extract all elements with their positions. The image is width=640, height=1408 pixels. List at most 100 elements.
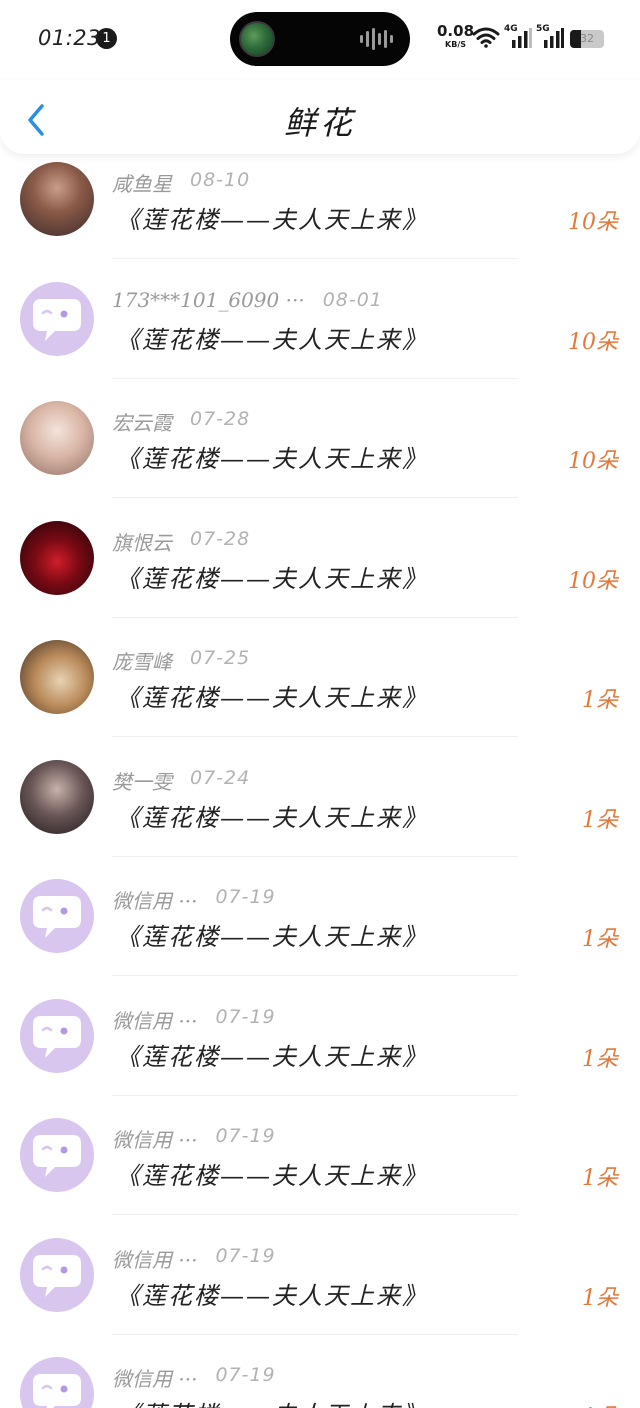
list-item[interactable]: 微信用 ··· 07-19 《莲花楼——夫人天上来》 1朵	[0, 989, 640, 1109]
send-date: 07-19	[215, 1244, 276, 1267]
send-date: 07-25	[190, 647, 251, 669]
network-speed-unit: KB/S	[445, 40, 466, 49]
status-time: 01:23	[38, 26, 102, 50]
chat-bubble-avatar[interactable]	[20, 998, 94, 1073]
sender-name: 173***101_6090 ···	[112, 287, 305, 312]
dog-photo-avatar[interactable]	[20, 640, 94, 714]
gift-work-title: 《莲花楼——夫人天上来》	[116, 803, 428, 832]
page-title: 鲜花	[283, 104, 356, 142]
flower-amount: 1朵	[582, 1046, 618, 1072]
row-divider	[112, 497, 518, 498]
dynamic-island[interactable]	[230, 12, 410, 66]
network-speed: 0.08 KB/S	[437, 24, 474, 49]
flower-amount: 10朵	[568, 568, 618, 594]
avatar-photo	[20, 162, 94, 236]
list-item[interactable]: 微信用 ··· 07-19 《莲花楼——夫人天上来》 1朵	[0, 1228, 640, 1348]
audio-wave-icon	[360, 28, 393, 50]
flower-amount: 1朵	[582, 688, 618, 713]
gift-work-title: 《莲花楼——夫人天上来》	[116, 564, 428, 593]
flower-amount: 1朵	[582, 1285, 618, 1311]
row-divider	[112, 975, 518, 976]
row-divider	[112, 1333, 518, 1335]
chat-bubble-icon	[33, 1135, 81, 1177]
list-item[interactable]: 微信用 ··· 07-19 《莲花楼——夫人天上来》 1朵	[0, 1347, 640, 1408]
flower-amount: 1朵	[582, 807, 618, 833]
chat-bubble-icon	[33, 896, 81, 938]
sender-name: 微信用 ···	[112, 1367, 198, 1391]
send-date: 08-10	[190, 169, 251, 191]
row-divider	[112, 1214, 518, 1215]
list-item[interactable]: 173***101_6090 ··· 08-01 《莲花楼——夫人天上来》 10朵	[0, 272, 640, 392]
network-speed-value: 0.08	[437, 22, 475, 40]
sender-name: 樊一雯	[112, 769, 172, 794]
user-photo-avatar[interactable]	[20, 759, 94, 834]
send-date: 07-19	[215, 1005, 276, 1028]
sender-name: 咸鱼星	[112, 172, 172, 196]
gift-work-title: 《莲花楼——夫人天上来》	[116, 1162, 428, 1190]
user-photo-avatar[interactable]	[20, 162, 94, 236]
gift-work-title: 《莲花楼——夫人天上来》	[116, 923, 428, 951]
gift-work-title: 《莲花楼——夫人天上来》	[116, 1281, 428, 1310]
cell-signal-4g-icon: 4G	[504, 24, 532, 50]
list-item[interactable]: 宏云霞 07-28 《莲花楼——夫人天上来》 10朵	[0, 391, 640, 511]
notification-badge: 1	[96, 28, 117, 49]
flower-amount: 10朵	[568, 329, 618, 355]
list-item[interactable]: 樊一雯 07-24 《莲花楼——夫人天上来》 1朵	[0, 750, 640, 870]
send-date: 07-28	[190, 408, 251, 430]
row-divider	[112, 1094, 518, 1096]
flower-amount: 1朵	[582, 1166, 618, 1191]
chat-bubble-icon	[33, 1254, 81, 1297]
chat-bubble-avatar[interactable]	[20, 879, 94, 953]
status-bar: 01:23 1 0.08 KB/S 4G 5G 32	[0, 0, 640, 80]
row-divider	[112, 377, 518, 379]
gift-record-list[interactable]: 咸鱼星 08-10 《莲花楼——夫人天上来》 10朵 173***101_6090 ··…	[0, 154, 640, 1408]
send-date: 07-19	[215, 886, 276, 908]
chat-bubble-avatar[interactable]	[20, 1118, 94, 1192]
heart-photo-avatar[interactable]	[20, 520, 94, 595]
list-item[interactable]: 咸鱼星 08-10 《莲花楼——夫人天上来》 10朵	[0, 154, 640, 272]
gift-work-title: 《莲花楼——夫人天上来》	[116, 325, 428, 354]
list-item[interactable]: 微信用 ··· 07-19 《莲花楼——夫人天上来》 1朵	[0, 869, 640, 989]
list-item[interactable]: 庞雪峰 07-25 《莲花楼——夫人天上来》 1朵	[0, 630, 640, 750]
flower-amount: 10朵	[568, 449, 618, 474]
send-date: 07-19	[215, 1125, 276, 1147]
chat-bubble-avatar[interactable]	[20, 281, 94, 356]
row-divider	[112, 855, 518, 857]
battery-icon: 32	[570, 30, 604, 48]
chat-bubble-icon	[33, 1015, 81, 1058]
gift-work-title: 《莲花楼——夫人天上来》	[116, 684, 428, 712]
flower-amount: 1朵	[582, 1399, 618, 1408]
chat-bubble-avatar[interactable]	[20, 1357, 94, 1408]
avatar-photo	[20, 759, 94, 834]
chat-bubble-avatar[interactable]	[20, 1237, 94, 1312]
avatar-photo	[20, 520, 94, 595]
now-playing-thumbnail[interactable]	[239, 21, 275, 57]
cell-signal-5g-icon: 5G	[536, 24, 564, 50]
row-divider	[112, 258, 518, 259]
gift-work-title: 《莲花楼——夫人天上来》	[116, 1395, 428, 1408]
send-date: 07-19	[215, 1364, 276, 1386]
chat-bubble-icon	[33, 1374, 81, 1408]
sender-name: 旗恨云	[112, 530, 172, 555]
send-date: 08-01	[322, 288, 383, 311]
chat-bubble-icon	[33, 298, 81, 341]
sender-name: 微信用 ···	[112, 1128, 198, 1152]
user-photo-avatar[interactable]	[20, 401, 94, 475]
sender-name: 宏云霞	[112, 411, 172, 435]
list-item[interactable]: 微信用 ··· 07-19 《莲花楼——夫人天上来》 1朵	[0, 1108, 640, 1228]
send-date: 07-28	[190, 527, 251, 550]
list-item[interactable]: 旗恨云 07-28 《莲花楼——夫人天上来》 10朵	[0, 511, 640, 631]
gift-work-title: 《莲花楼——夫人天上来》	[116, 1042, 428, 1071]
gift-work-title: 《莲花楼——夫人天上来》	[116, 206, 428, 234]
wifi-icon	[472, 27, 500, 48]
battery-percent: 32	[580, 32, 594, 45]
sender-name: 微信用 ···	[112, 1008, 198, 1033]
nav-bar: 鲜花	[0, 80, 640, 154]
flower-amount: 10朵	[568, 210, 618, 235]
row-divider	[112, 616, 518, 618]
gift-work-title: 《莲花楼——夫人天上来》	[116, 445, 428, 473]
avatar-photo	[20, 401, 94, 475]
send-date: 07-24	[190, 766, 251, 789]
avatar-photo	[20, 640, 94, 714]
flower-amount: 1朵	[582, 927, 618, 952]
